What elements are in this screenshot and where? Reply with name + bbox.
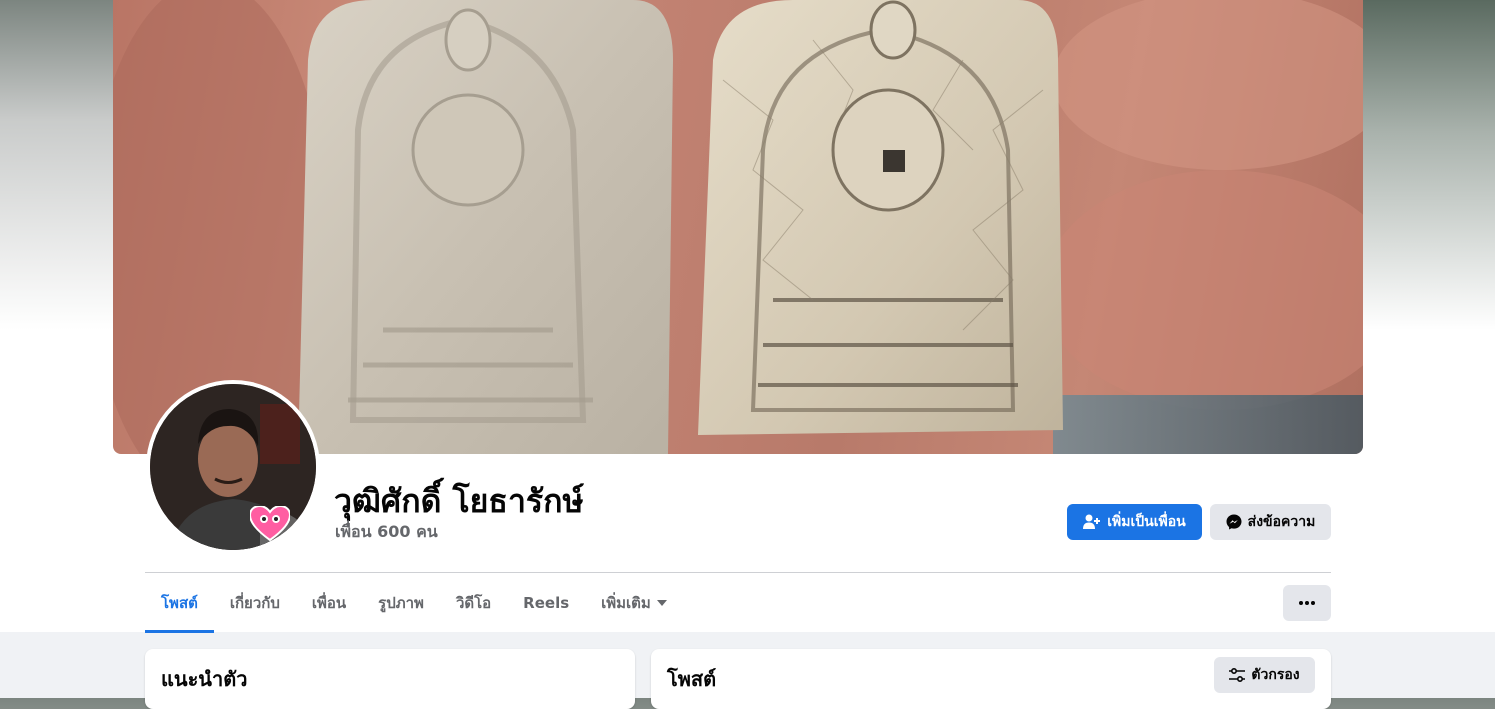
tab-videos[interactable]: วิดีโอ bbox=[440, 573, 507, 633]
posts-title: โพสต์ bbox=[667, 667, 717, 691]
filter-button[interactable]: ตัวกรอง bbox=[1214, 657, 1315, 693]
messenger-icon bbox=[1226, 514, 1242, 530]
profile-tabs: โพสต์ เกี่ยวกับ เพื่อน รูปภาพ วิดีโอ Ree… bbox=[145, 573, 683, 633]
intro-card: แนะนำตัว bbox=[145, 649, 635, 709]
heart-sticker-icon bbox=[248, 504, 292, 542]
tab-photos[interactable]: รูปภาพ bbox=[362, 573, 440, 633]
tab-reels[interactable]: Reels bbox=[507, 573, 585, 633]
tab-label: เพื่อน bbox=[311, 594, 347, 612]
tab-label: เพิ่มเติม bbox=[601, 594, 651, 612]
tab-about[interactable]: เกี่ยวกับ bbox=[214, 573, 296, 633]
message-label: ส่งข้อความ bbox=[1247, 514, 1316, 530]
page-backdrop-right bbox=[1363, 0, 1495, 330]
tab-posts[interactable]: โพสต์ bbox=[145, 573, 214, 633]
filter-label: ตัวกรอง bbox=[1251, 667, 1300, 683]
avatar-photo bbox=[150, 384, 316, 550]
profile-avatar[interactable] bbox=[146, 380, 320, 554]
ellipsis-icon bbox=[1299, 601, 1315, 605]
person-plus-icon bbox=[1083, 514, 1101, 529]
add-friend-label: เพิ่มเป็นเพื่อน bbox=[1107, 514, 1186, 530]
caret-down-icon bbox=[656, 600, 667, 606]
intro-title: แนะนำตัว bbox=[161, 667, 248, 691]
tab-label: รูปภาพ bbox=[378, 594, 424, 612]
tab-label: โพสต์ bbox=[161, 594, 198, 612]
sliders-icon bbox=[1229, 668, 1246, 682]
tab-more[interactable]: เพิ่มเติม bbox=[585, 573, 683, 633]
cover-photo[interactable] bbox=[113, 0, 1363, 454]
tab-label: Reels bbox=[523, 594, 570, 612]
tab-label: วิดีโอ bbox=[455, 594, 492, 612]
posts-card: โพสต์ ตัวกรอง bbox=[651, 649, 1331, 709]
tab-label: เกี่ยวกับ bbox=[229, 594, 280, 612]
cover-photo-image bbox=[113, 0, 1363, 454]
tab-friends[interactable]: เพื่อน bbox=[296, 573, 362, 633]
friend-count[interactable]: เพื่อน 600 คน bbox=[335, 520, 438, 545]
more-options-button[interactable] bbox=[1283, 585, 1331, 621]
add-friend-button[interactable]: เพิ่มเป็นเพื่อน bbox=[1067, 504, 1202, 540]
message-button[interactable]: ส่งข้อความ bbox=[1210, 504, 1331, 540]
